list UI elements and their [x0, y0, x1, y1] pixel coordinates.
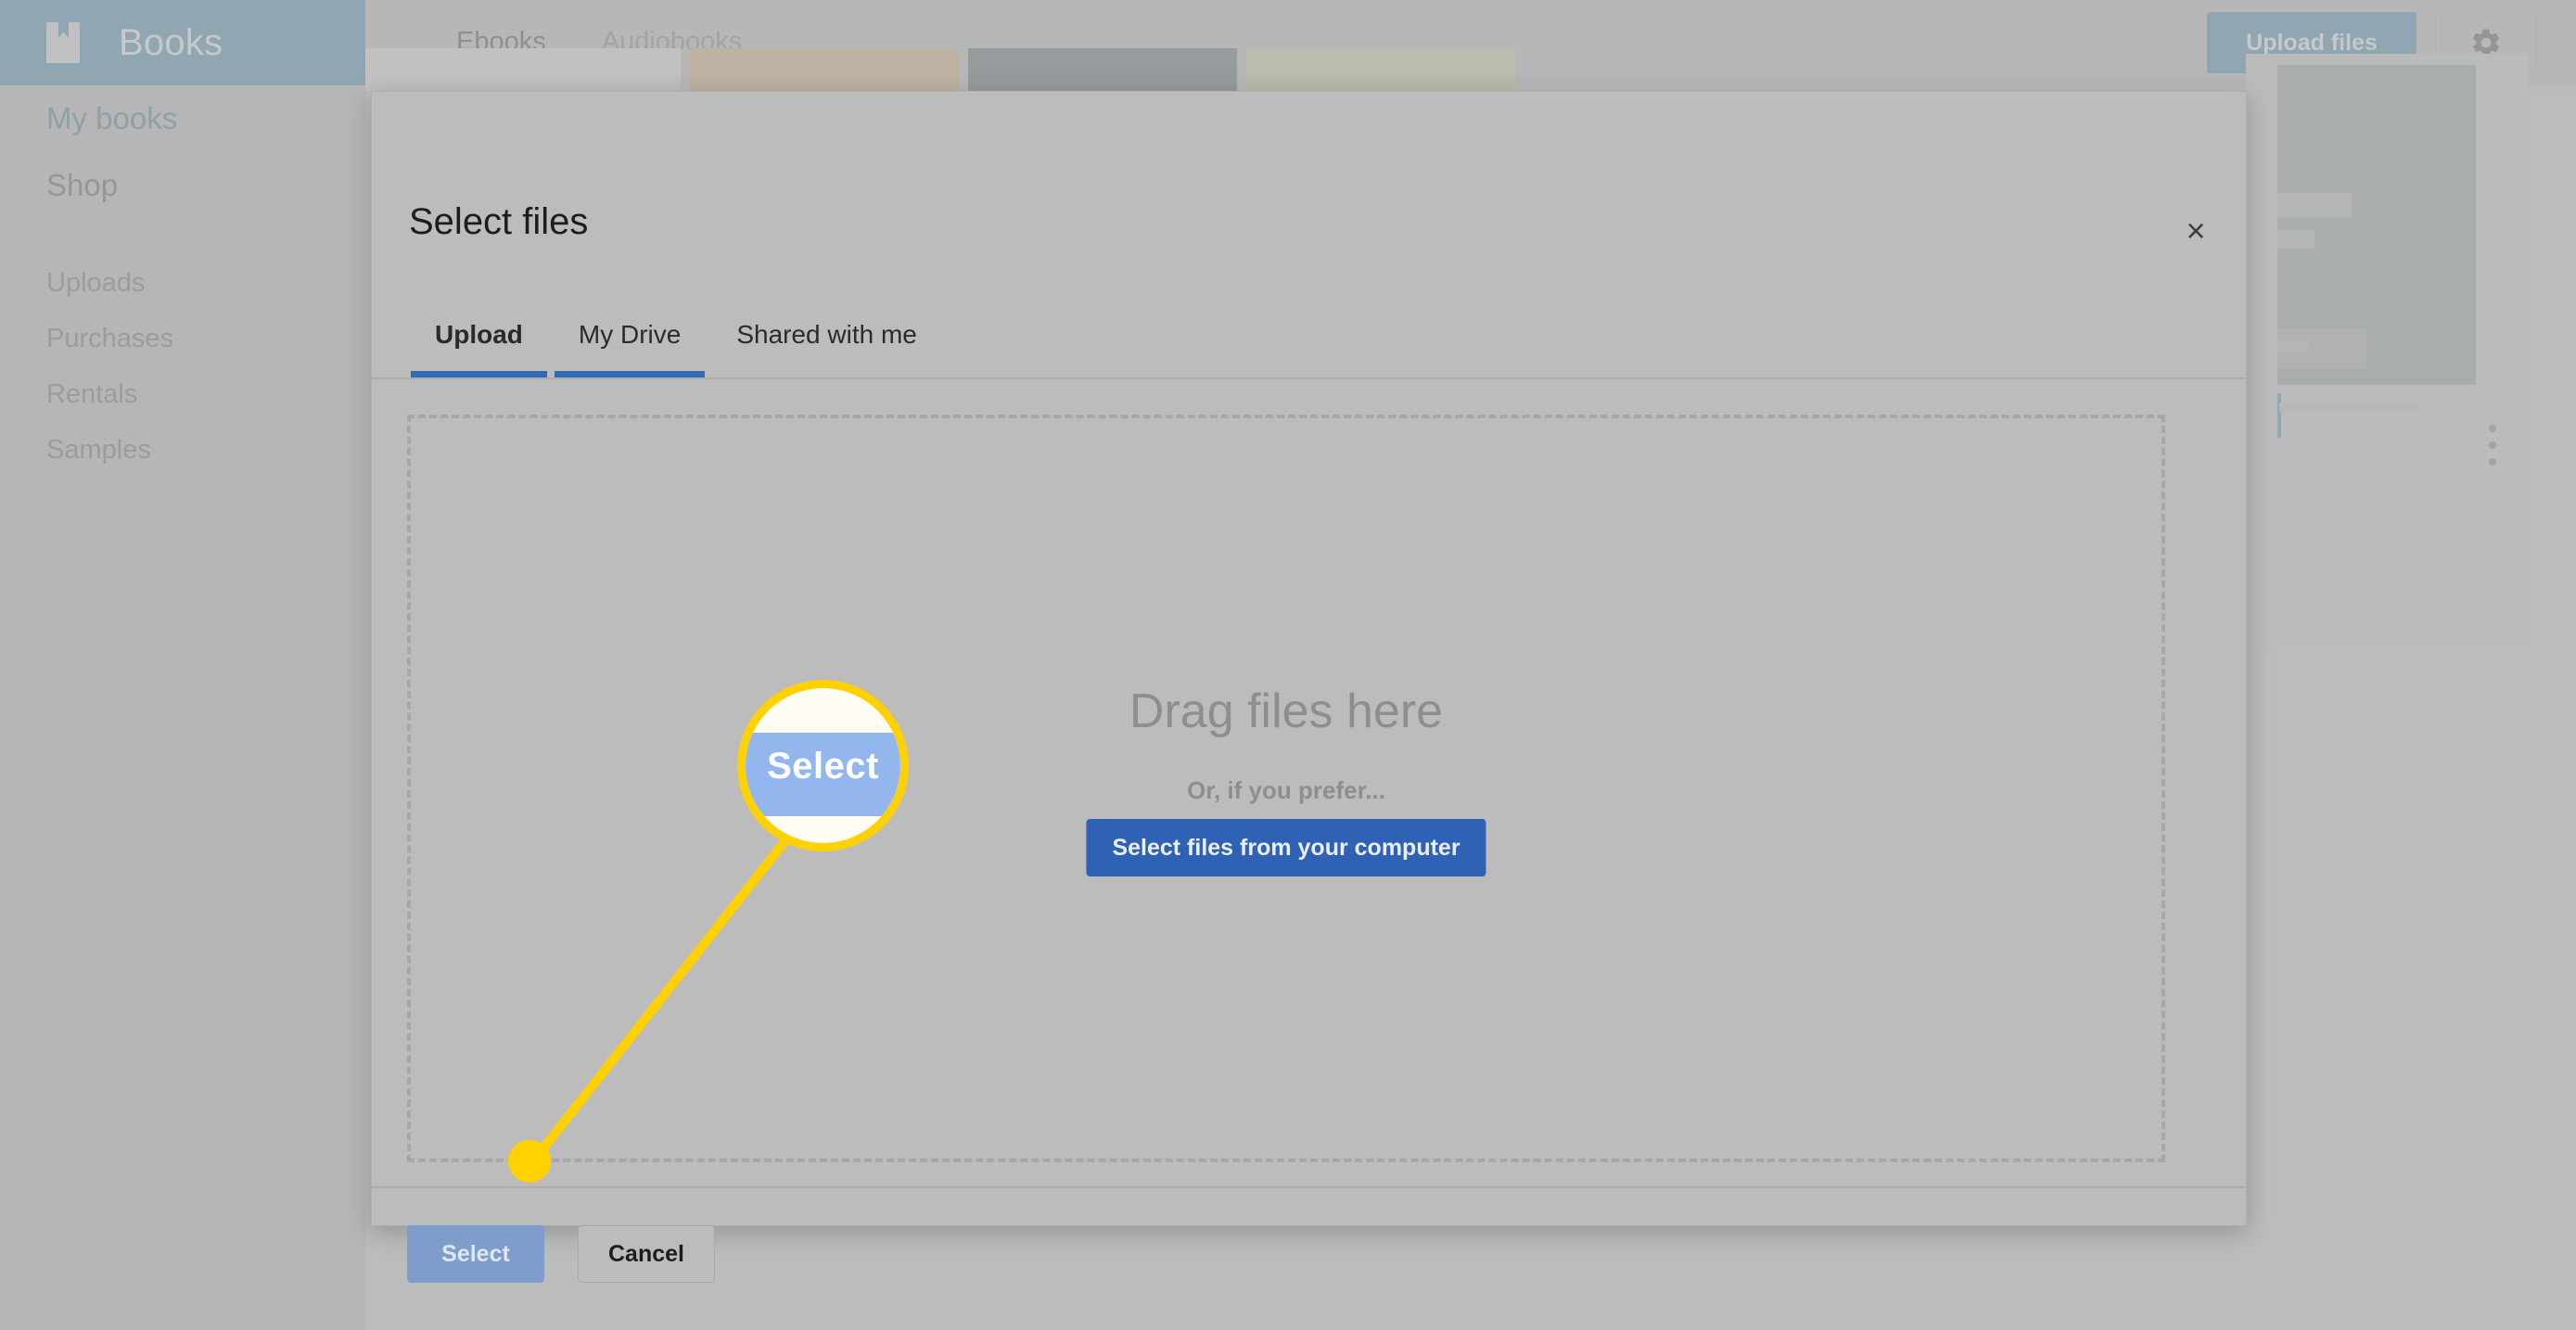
dropzone-subtext: Or, if you prefer... — [1187, 776, 1385, 804]
dialog-footer: Select Cancel — [407, 1225, 715, 1283]
dialog-footer-divider — [372, 1186, 2246, 1188]
select-button[interactable]: Select — [407, 1225, 544, 1283]
screen: Books My books Shop Uploads Purchases Re… — [0, 0, 2576, 1330]
dialog-title: Select files — [409, 201, 589, 242]
dialog-tabs-divider — [372, 377, 2246, 379]
tab-my-drive[interactable]: My Drive — [551, 320, 708, 377]
select-files-from-computer-button[interactable]: Select files from your computer — [1086, 819, 1486, 876]
select-files-dialog: Select files × Upload My Drive Shared wi… — [371, 91, 2247, 1283]
dialog-tabs: Upload My Drive Shared with me — [407, 288, 945, 377]
cancel-button[interactable]: Cancel — [578, 1225, 715, 1283]
file-dropzone[interactable]: Drag files here Or, if you prefer... Sel… — [407, 415, 2165, 1162]
tab-shared-with-me[interactable]: Shared with me — [708, 320, 945, 377]
close-icon[interactable]: × — [2175, 211, 2216, 251]
dropzone-headline: Drag files here — [1129, 684, 1444, 738]
tab-upload[interactable]: Upload — [407, 320, 551, 377]
